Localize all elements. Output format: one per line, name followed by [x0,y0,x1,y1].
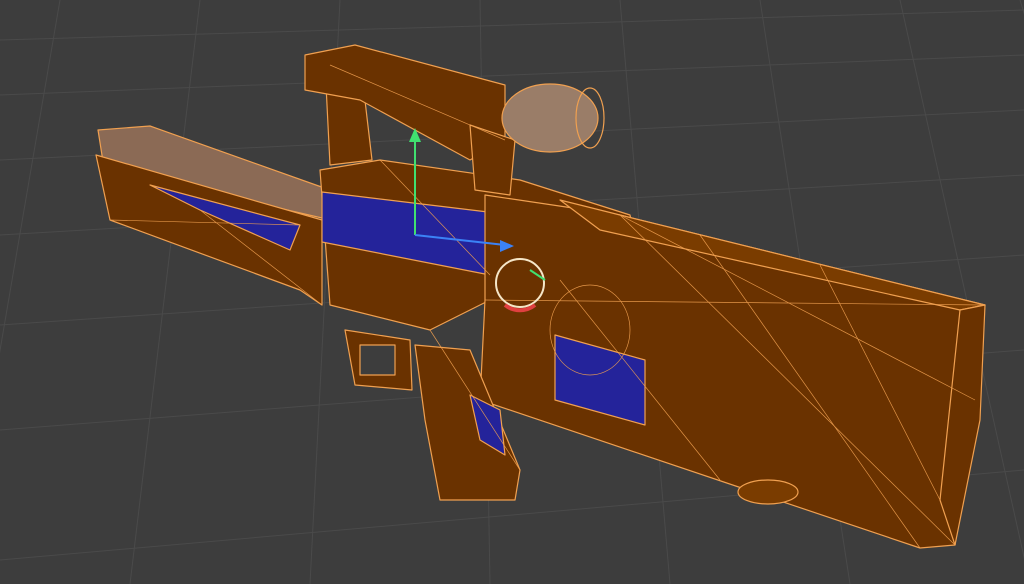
trigger-guard-hole [359,344,396,376]
3d-viewport[interactable] [0,0,1024,584]
scope-lens[interactable] [501,83,599,153]
viewport-canvas[interactable] [0,0,1024,584]
stock-foot [737,479,799,505]
